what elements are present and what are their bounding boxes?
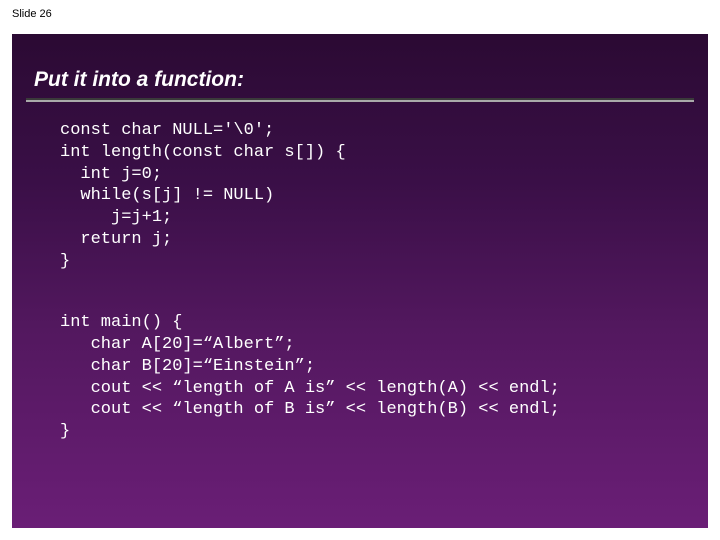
- slide-page: Slide 26 Put it into a function: const c…: [0, 0, 720, 540]
- code-block-1: const char NULL='\0'; int length(const c…: [12, 102, 708, 272]
- slide-container: Put it into a function: const char NULL=…: [0, 28, 720, 540]
- slide-title: Put it into a function:: [12, 34, 708, 98]
- slide-number-label: Slide 26: [0, 0, 720, 28]
- slide-body: Put it into a function: const char NULL=…: [12, 34, 708, 528]
- code-block-2: int main() { char A[20]=“Albert”; char B…: [12, 294, 708, 443]
